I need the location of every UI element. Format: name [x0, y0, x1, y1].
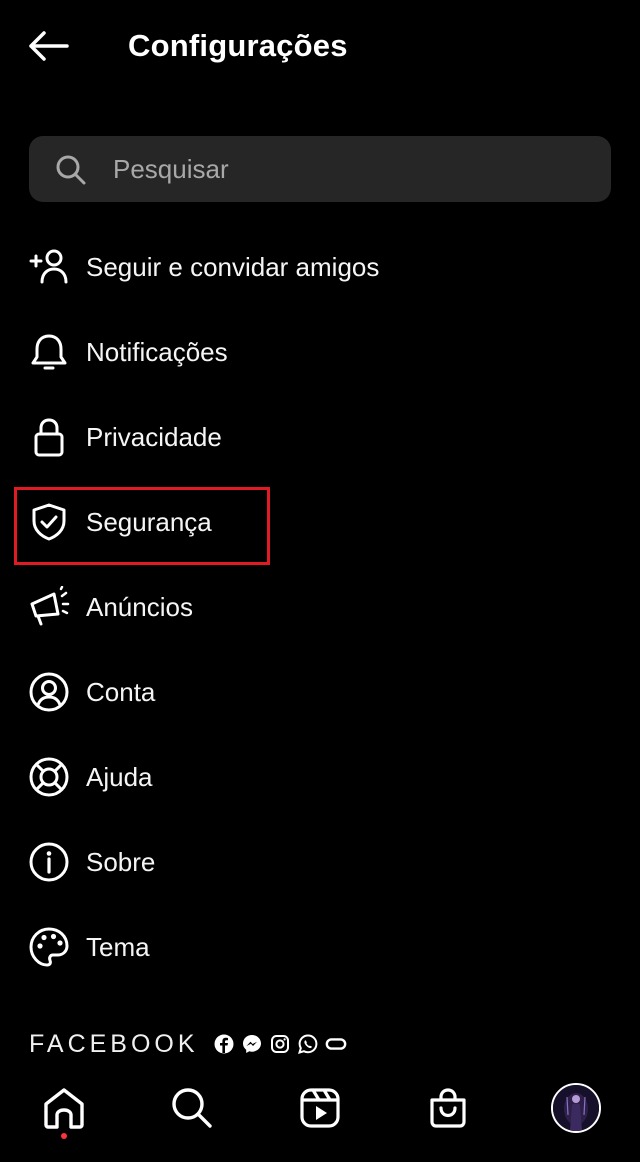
nav-home-button[interactable] — [36, 1080, 92, 1136]
palette-icon — [28, 926, 70, 968]
menu-item-label: Conta — [86, 676, 156, 707]
header: Configurações — [0, 0, 640, 92]
menu-item-about[interactable]: Sobre — [0, 819, 640, 904]
menu-item-label: Anúncios — [86, 591, 193, 622]
back-button[interactable] — [24, 24, 72, 68]
nav-search-button[interactable] — [164, 1080, 220, 1136]
instagram-icon — [269, 1033, 291, 1055]
account-circle-icon — [28, 671, 70, 713]
facebook-app-icons — [213, 1033, 347, 1055]
menu-item-label: Privacidade — [86, 421, 222, 452]
shield-check-icon — [28, 501, 70, 543]
nav-shop-button[interactable] — [420, 1080, 476, 1136]
lock-icon — [28, 416, 70, 458]
search-input[interactable] — [113, 136, 583, 202]
menu-item-account[interactable]: Conta — [0, 649, 640, 734]
messenger-icon — [241, 1033, 263, 1055]
facebook-wordmark: FACEBOOK — [29, 1029, 199, 1058]
page-title: Configurações — [128, 28, 348, 63]
home-icon — [44, 1088, 84, 1129]
menu-item-label: Notificações — [86, 336, 228, 367]
search-icon — [56, 155, 86, 185]
add-person-icon — [28, 246, 70, 288]
search-bar[interactable] — [29, 136, 611, 202]
menu-item-ads[interactable]: Anúncios — [0, 564, 640, 649]
menu-item-theme[interactable]: Tema — [0, 904, 640, 989]
menu-item-notifications[interactable]: Notificações — [0, 309, 640, 394]
menu-item-label: Sobre — [86, 846, 156, 877]
search-icon — [172, 1088, 212, 1128]
menu-item-label: Seguir e convidar amigos — [86, 251, 380, 282]
menu-item-label: Tema — [86, 931, 150, 962]
shop-bag-icon — [430, 1088, 466, 1128]
bottom-nav — [0, 1072, 640, 1162]
menu-item-label: Segurança — [86, 506, 212, 537]
arrow-left-icon — [29, 31, 69, 61]
facebook-icon — [213, 1033, 235, 1055]
reels-icon — [300, 1088, 340, 1128]
whatsapp-icon — [297, 1033, 319, 1055]
menu-item-security[interactable]: Segurança — [0, 479, 640, 564]
facebook-brand-row: FACEBOOK — [29, 1026, 347, 1062]
menu-item-follow-invite[interactable]: Seguir e convidar amigos — [0, 224, 640, 309]
home-notification-dot — [61, 1133, 67, 1139]
avatar — [551, 1083, 601, 1133]
info-icon — [28, 841, 70, 883]
portal-icon — [325, 1033, 347, 1055]
megaphone-icon — [28, 585, 70, 628]
lifebuoy-icon — [28, 756, 70, 798]
bell-icon — [28, 331, 70, 373]
nav-profile-button[interactable] — [548, 1080, 604, 1136]
menu-item-help[interactable]: Ajuda — [0, 734, 640, 819]
menu-item-privacy[interactable]: Privacidade — [0, 394, 640, 479]
menu-item-label: Ajuda — [86, 761, 153, 792]
nav-reels-button[interactable] — [292, 1080, 348, 1136]
